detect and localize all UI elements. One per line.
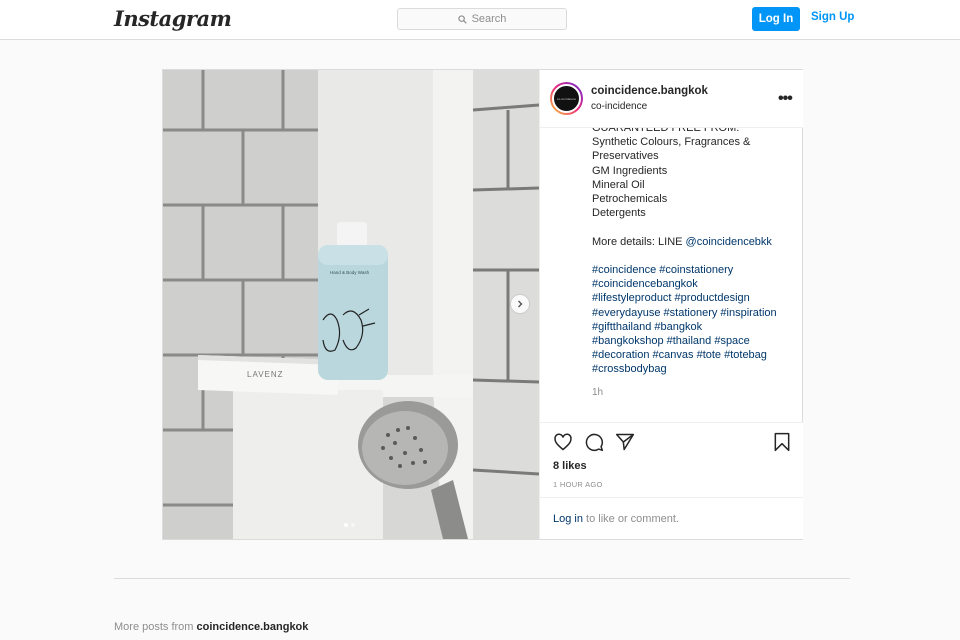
bathroom-photo-image (163, 70, 539, 539)
bottle-label: Hand & Body Wash (330, 270, 370, 275)
comment-prompt-text: to like or comment. (582, 513, 679, 525)
likes-count[interactable]: 8 likes (553, 460, 587, 472)
line-handle-link[interactable]: @coincidencebkk (686, 236, 772, 248)
instagram-logo[interactable]: Instagram (114, 6, 232, 31)
login-link[interactable]: Log in (553, 513, 583, 525)
more-posts-user-link[interactable]: coincidence.bangkok (197, 621, 309, 633)
hashtag-line[interactable]: #bangkokshop #thailand #space (592, 334, 797, 348)
more-options-icon[interactable]: ••• (778, 90, 793, 108)
signup-link[interactable]: Sign Up (811, 11, 854, 23)
top-navbar: Instagram Search Log In Sign Up (0, 0, 960, 40)
hashtag-line[interactable]: #decoration #canvas #tote #totebag (592, 348, 797, 362)
post-header: co-incidence coincidence.bangkok co-inci… (540, 70, 803, 128)
post-photo[interactable]: LAVENZ Hand & Body Wash (163, 70, 539, 539)
more-posts-prefix: More posts from (114, 621, 197, 633)
avatar[interactable]: co-incidence (550, 82, 583, 115)
hashtag-line[interactable]: #crossbodybag (592, 362, 797, 376)
hashtag-line[interactable]: #coincidence #coinstationery (592, 263, 797, 277)
caption-line: GM Ingredients (592, 164, 668, 177)
post-username[interactable]: coincidence.bangkok (591, 85, 708, 97)
search-placeholder: Search (471, 13, 507, 25)
search-icon (457, 14, 467, 24)
search-input[interactable]: Search (397, 8, 567, 30)
chevron-right-icon (518, 300, 523, 308)
box-label: LAVENZ (247, 370, 284, 379)
comment-icon[interactable] (584, 432, 604, 452)
heart-icon[interactable] (553, 432, 573, 452)
caption-line: Preservatives (592, 150, 659, 163)
post-caption: GUARANTEED FREE FROM: Synthetic Colours,… (592, 118, 797, 423)
comment-prompt: Log in to like or comment. (540, 497, 803, 540)
hashtag-line[interactable]: #everydayuse #stationery #inspiration (592, 306, 797, 320)
caption-line: Detergents (592, 207, 646, 220)
carousel-next-button[interactable] (511, 295, 529, 313)
avatar-text: co-incidence (556, 96, 577, 101)
carousel-dot-active (344, 523, 348, 527)
bookmark-icon[interactable] (772, 432, 792, 452)
carousel-indicator (344, 523, 355, 527)
hashtag-line[interactable]: #giftthailand #bangkok (592, 320, 797, 334)
share-icon[interactable] (615, 432, 635, 452)
carousel-dot (351, 523, 355, 527)
login-button[interactable]: Log In (752, 7, 800, 31)
caption-time[interactable]: 1h (592, 386, 797, 400)
post-location[interactable]: co-incidence (591, 101, 647, 112)
avatar-image: co-incidence (552, 84, 581, 113)
section-divider (114, 578, 850, 579)
caption-line: Synthetic Colours, Fragrances & (592, 136, 751, 149)
post-sidebar: co-incidence coincidence.bangkok co-inci… (539, 70, 803, 539)
post-actions: 8 likes 1 HOUR AGO Log in to like or com… (540, 422, 803, 539)
details-prefix: More details: LINE (592, 235, 686, 248)
caption-line: Mineral Oil (592, 178, 645, 191)
caption-line: Petrochemicals (592, 193, 668, 206)
hashtag-line[interactable]: #coincidencebangkok (592, 277, 797, 291)
hashtag-line[interactable]: #lifestyleproduct #productdesign (592, 291, 797, 305)
post-timestamp[interactable]: 1 HOUR AGO (553, 480, 603, 489)
more-posts-heading: More posts from coincidence.bangkok (114, 621, 308, 633)
post-card: LAVENZ Hand & Body Wash co-incidence coi… (162, 69, 803, 540)
caption-details: More details: LINE @coincidencebkk (592, 235, 797, 249)
